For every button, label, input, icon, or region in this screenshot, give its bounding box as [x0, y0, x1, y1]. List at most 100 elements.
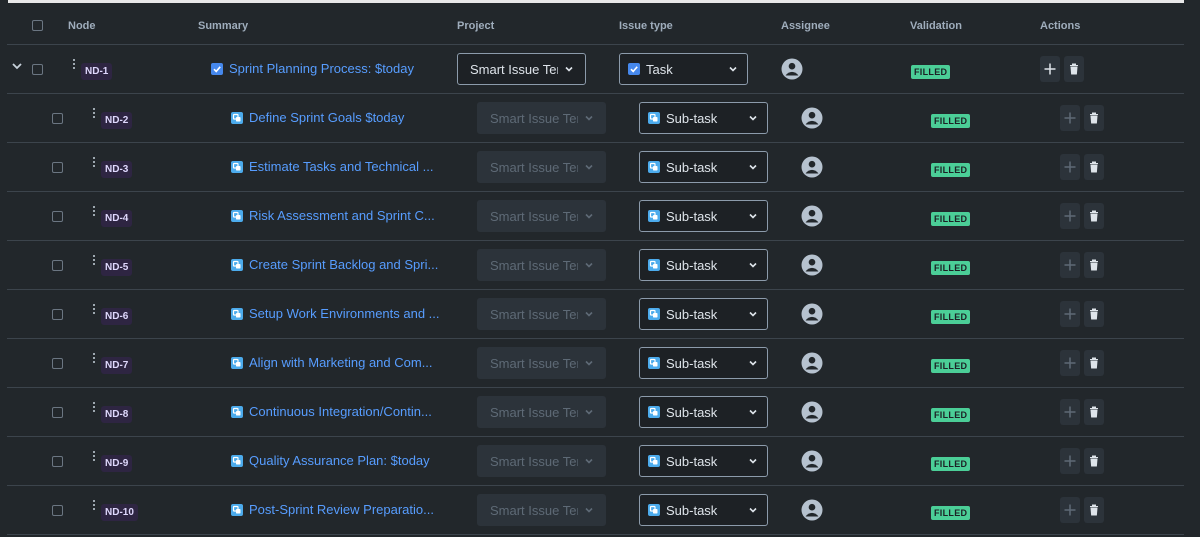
- row-checkbox[interactable]: [52, 309, 63, 320]
- add-child-button[interactable]: [1060, 448, 1080, 474]
- issue-type-select[interactable]: Sub-task: [639, 396, 768, 428]
- delete-row-button[interactable]: [1084, 252, 1104, 278]
- summary-link[interactable]: Sprint Planning Process: $today: [229, 61, 414, 76]
- add-child-button[interactable]: [1060, 497, 1080, 523]
- avatar-icon[interactable]: [801, 401, 823, 423]
- drag-handle-icon[interactable]: [92, 353, 96, 366]
- drag-handle-icon[interactable]: [92, 206, 96, 219]
- issue-type-select[interactable]: Sub-task: [639, 494, 768, 526]
- issue-type-value: Task: [646, 62, 673, 77]
- project-select[interactable]: Smart Issue Ten: [477, 102, 606, 134]
- row-checkbox[interactable]: [52, 211, 63, 222]
- drag-handle-icon[interactable]: [92, 500, 96, 513]
- project-select[interactable]: Smart Issue Ten: [477, 200, 606, 232]
- project-select[interactable]: Smart Issue Ten: [477, 249, 606, 281]
- project-select[interactable]: Smart Issue Ten: [477, 396, 606, 428]
- add-child-button[interactable]: [1040, 56, 1060, 82]
- avatar-icon[interactable]: [801, 352, 823, 374]
- add-child-button[interactable]: [1060, 350, 1080, 376]
- chevron-down-icon: [749, 458, 757, 464]
- select-all-checkbox[interactable]: [32, 20, 43, 31]
- trash-icon: [1090, 308, 1098, 320]
- summary-link[interactable]: Quality Assurance Plan: $today: [249, 453, 430, 468]
- issue-type-icon: [648, 308, 660, 320]
- plus-icon: [1064, 504, 1076, 516]
- add-child-button[interactable]: [1060, 252, 1080, 278]
- add-child-button[interactable]: [1060, 105, 1080, 131]
- drag-handle-icon[interactable]: [92, 157, 96, 170]
- delete-row-button[interactable]: [1084, 399, 1104, 425]
- delete-row-button[interactable]: [1084, 105, 1104, 131]
- summary-link[interactable]: Setup Work Environments and ...: [249, 306, 440, 321]
- drag-handle-icon[interactable]: [92, 304, 96, 317]
- issue-type-select[interactable]: Task: [619, 53, 748, 85]
- add-child-button[interactable]: [1060, 399, 1080, 425]
- validation-status-badge: FILLED: [931, 506, 971, 520]
- summary-link[interactable]: Align with Marketing and Com...: [249, 355, 433, 370]
- add-child-button[interactable]: [1060, 203, 1080, 229]
- issue-type-select[interactable]: Sub-task: [639, 445, 768, 477]
- delete-row-button[interactable]: [1064, 56, 1084, 82]
- summary-link[interactable]: Risk Assessment and Sprint C...: [249, 208, 435, 223]
- row-checkbox[interactable]: [52, 358, 63, 369]
- project-select[interactable]: Smart Issue Ten: [477, 298, 606, 330]
- issue-type-select[interactable]: Sub-task: [639, 347, 768, 379]
- delete-row-button[interactable]: [1084, 154, 1104, 180]
- project-select[interactable]: Smart Issue Ten: [477, 494, 606, 526]
- row-checkbox[interactable]: [52, 505, 63, 516]
- summary-link[interactable]: Post-Sprint Review Preparatio...: [249, 502, 434, 517]
- issue-type-select[interactable]: Sub-task: [639, 249, 768, 281]
- delete-row-button[interactable]: [1084, 203, 1104, 229]
- chevron-down-icon: [749, 311, 757, 317]
- delete-row-button[interactable]: [1084, 497, 1104, 523]
- validation-status-badge: FILLED: [931, 163, 971, 177]
- project-select[interactable]: Smart Issue Ten: [477, 347, 606, 379]
- chevron-down-icon: [585, 213, 593, 219]
- row-checkbox[interactable]: [52, 407, 63, 418]
- issue-type-select[interactable]: Sub-task: [639, 298, 768, 330]
- project-select[interactable]: Smart Issue Ten: [457, 53, 586, 85]
- avatar-icon[interactable]: [801, 450, 823, 472]
- add-child-button[interactable]: [1060, 154, 1080, 180]
- avatar-icon[interactable]: [801, 205, 823, 227]
- summary-link[interactable]: Define Sprint Goals $today: [249, 110, 404, 125]
- drag-handle-icon[interactable]: [72, 59, 76, 72]
- issue-type-select[interactable]: Sub-task: [639, 200, 768, 232]
- project-select[interactable]: Smart Issue Ten: [477, 151, 606, 183]
- avatar-icon[interactable]: [801, 107, 823, 129]
- avatar-icon[interactable]: [781, 58, 803, 80]
- delete-row-button[interactable]: [1084, 301, 1104, 327]
- summary-link[interactable]: Continuous Integration/Contin...: [249, 404, 432, 419]
- trash-icon: [1090, 161, 1098, 173]
- drag-handle-icon[interactable]: [92, 451, 96, 464]
- avatar-icon[interactable]: [801, 303, 823, 325]
- avatar-icon[interactable]: [801, 254, 823, 276]
- summary-link[interactable]: Estimate Tasks and Technical ...: [249, 159, 434, 174]
- project-select-value: Smart Issue Ten: [490, 111, 578, 126]
- top-divider: [8, 0, 1184, 3]
- issue-type-select[interactable]: Sub-task: [639, 102, 768, 134]
- add-child-button[interactable]: [1060, 301, 1080, 327]
- delete-row-button[interactable]: [1084, 350, 1104, 376]
- plus-icon: [1064, 308, 1076, 320]
- header-actions: Actions: [1040, 20, 1081, 32]
- issue-type-select[interactable]: Sub-task: [639, 151, 768, 183]
- drag-handle-icon[interactable]: [92, 108, 96, 121]
- chevron-down-icon: [749, 360, 757, 366]
- summary-link[interactable]: Create Sprint Backlog and Spri...: [249, 257, 438, 272]
- project-select[interactable]: Smart Issue Ten: [477, 445, 606, 477]
- row-checkbox[interactable]: [52, 162, 63, 173]
- drag-handle-icon[interactable]: [92, 402, 96, 415]
- avatar-icon[interactable]: [801, 156, 823, 178]
- delete-row-button[interactable]: [1084, 448, 1104, 474]
- row-checkbox[interactable]: [52, 456, 63, 467]
- avatar-icon[interactable]: [801, 499, 823, 521]
- row-checkbox[interactable]: [52, 260, 63, 271]
- node-badge: ND-4: [101, 210, 133, 227]
- drag-handle-icon[interactable]: [92, 255, 96, 268]
- chevron-down-icon[interactable]: [11, 61, 23, 71]
- row-checkbox[interactable]: [32, 64, 43, 75]
- row-checkbox[interactable]: [52, 113, 63, 124]
- chevron-down-icon: [729, 66, 737, 72]
- summary-type-icon: [231, 112, 243, 124]
